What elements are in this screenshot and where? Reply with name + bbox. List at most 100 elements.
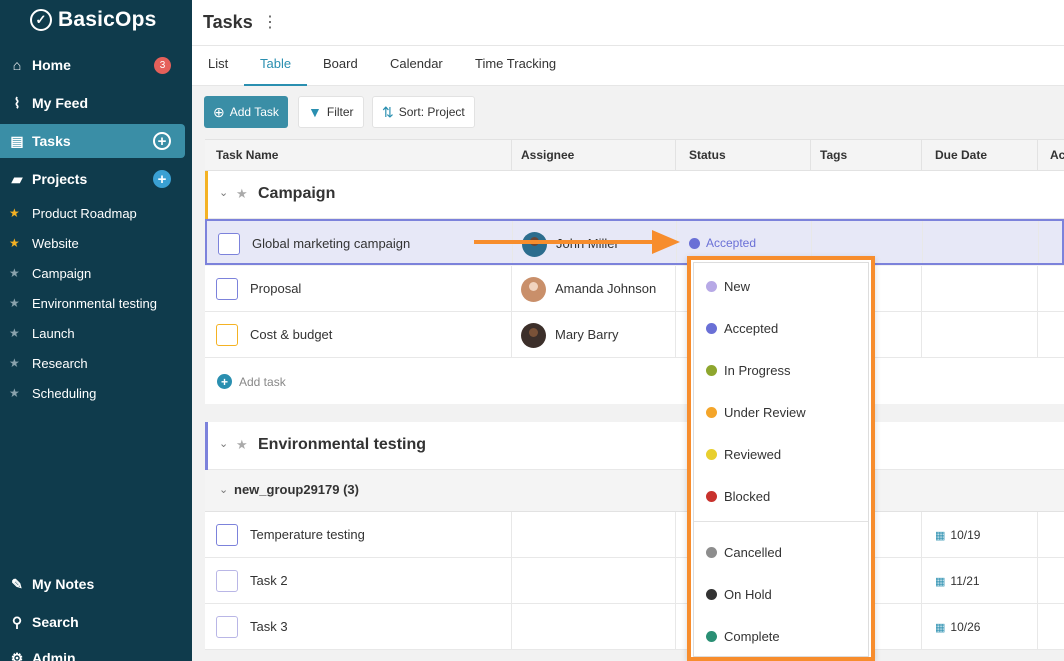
status-option-complete[interactable]: Complete — [706, 629, 780, 644]
tab-table[interactable]: Table — [244, 56, 308, 86]
task-name[interactable]: Cost & budget — [250, 327, 332, 342]
annotation-arrow-head — [652, 230, 680, 254]
sidebar-item-search[interactable]: ⚲ Search — [0, 605, 185, 639]
tab-board[interactable]: Board — [323, 56, 358, 86]
sidebar-item-projects[interactable]: ▰ Projects + — [0, 162, 185, 196]
tab-list[interactable]: List — [208, 56, 228, 86]
status-dot — [706, 281, 717, 292]
status-option-in-progress[interactable]: In Progress — [706, 363, 790, 378]
column-header[interactable]: Tags — [820, 148, 847, 162]
app-logo[interactable]: ✓ BasicOps — [30, 8, 156, 32]
cell-divider — [675, 512, 676, 557]
chevron-down-icon[interactable]: ⌄ — [219, 437, 228, 450]
filter-label: Filter — [326, 105, 354, 119]
cell-divider — [921, 266, 922, 311]
status-option-cancelled[interactable]: Cancelled — [706, 545, 782, 560]
column-header[interactable]: Task Name — [216, 148, 278, 162]
column-header[interactable]: Status — [689, 148, 726, 162]
status-dot — [706, 449, 717, 460]
filter-button[interactable]: ▼ Filter — [298, 96, 364, 128]
column-divider[interactable] — [921, 140, 922, 172]
due-date[interactable]: ▦ 11/21 — [935, 574, 980, 588]
column-divider[interactable] — [1037, 140, 1038, 172]
column-header[interactable]: Ac — [1050, 148, 1064, 162]
tab-time-tracking[interactable]: Time Tracking — [475, 56, 556, 86]
project-label: Scheduling — [32, 385, 97, 401]
cell-divider — [511, 312, 512, 357]
cell-divider — [511, 266, 512, 311]
sidebar-project-item[interactable]: ★ Product Roadmap — [0, 201, 185, 225]
sidebar-project-item[interactable]: ★ Research — [0, 351, 185, 375]
task-name[interactable]: Global marketing campaign — [252, 236, 410, 251]
star-icon[interactable]: ★ — [236, 437, 248, 453]
tab-calendar[interactable]: Calendar — [390, 56, 443, 86]
status-badge[interactable]: Accepted — [689, 236, 756, 250]
add-task-link[interactable]: + Add task — [217, 374, 286, 389]
sidebar-project-item[interactable]: ★ Launch — [0, 321, 185, 345]
status-option-accepted[interactable]: Accepted — [706, 321, 778, 336]
column-divider[interactable] — [810, 140, 811, 172]
project-label: Campaign — [32, 265, 92, 281]
kebab-menu-icon[interactable]: ⋮ — [262, 12, 278, 32]
sidebar-project-item[interactable]: ★ Campaign — [0, 261, 185, 285]
folder-icon: ▰ — [11, 170, 23, 187]
sidebar-item-feed[interactable]: ⌇ My Feed — [0, 86, 185, 120]
column-divider[interactable] — [511, 140, 512, 172]
table-row[interactable]: Cost & budget Mary Barry — [205, 312, 1064, 358]
task-checkbox[interactable] — [216, 570, 238, 592]
project-label: Product Roadmap — [32, 205, 137, 221]
cell-divider — [511, 604, 512, 649]
status-option-reviewed[interactable]: Reviewed — [706, 447, 781, 462]
task-checkbox[interactable] — [216, 616, 238, 638]
column-header[interactable]: Assignee — [521, 148, 574, 162]
sidebar-project-item[interactable]: ★ Environmental testing — [0, 291, 185, 315]
add-task-icon[interactable]: + — [153, 132, 171, 150]
status-option-blocked[interactable]: Blocked — [706, 489, 770, 504]
star-icon: ★ — [9, 386, 20, 400]
task-name[interactable]: Temperature testing — [250, 527, 365, 542]
assignee-name[interactable]: Amanda Johnson — [555, 281, 656, 296]
sidebar-item-home[interactable]: ⌂ Home 3 — [0, 48, 185, 82]
star-icon[interactable]: ★ — [236, 186, 248, 202]
status-option-on-hold[interactable]: On Hold — [706, 587, 772, 602]
task-checkbox[interactable] — [216, 324, 238, 346]
sort-button[interactable]: ⇅ Sort: Project — [372, 96, 475, 128]
project-label: Launch — [32, 325, 75, 341]
task-checkbox[interactable] — [216, 524, 238, 546]
assignee-name[interactable]: Mary Barry — [555, 327, 619, 342]
status-option-new[interactable]: New — [706, 279, 750, 294]
status-dot — [706, 407, 717, 418]
add-project-icon[interactable]: + — [153, 170, 171, 188]
subgroup-header[interactable]: ⌄ new_group29179 (3) — [205, 470, 1064, 512]
add-task-button[interactable]: ⊕ Add Task — [204, 96, 288, 128]
chevron-down-icon[interactable]: ⌄ — [219, 483, 228, 496]
due-date[interactable]: ▦ 10/26 — [935, 620, 980, 634]
column-header[interactable]: Due Date — [935, 148, 987, 162]
task-name[interactable]: Task 3 — [250, 619, 288, 634]
sidebar-item-tasks[interactable]: ▤ Tasks + — [0, 124, 185, 158]
status-dropdown-menu: New Accepted In Progress Under Review Re… — [693, 262, 869, 657]
task-checkbox[interactable] — [216, 278, 238, 300]
sidebar-item-admin[interactable]: ⚙ Admin — [0, 641, 185, 661]
group-header[interactable]: ⌄ ★ Campaign — [205, 171, 1064, 219]
table-row[interactable]: Task 2 ▦ 11/21 — [205, 558, 1064, 604]
cell-divider — [1037, 604, 1038, 649]
task-checkbox[interactable] — [218, 233, 240, 255]
task-name[interactable]: Task 2 — [250, 573, 288, 588]
chevron-down-icon[interactable]: ⌄ — [219, 186, 228, 199]
table-row[interactable]: Task 3 ▦ 10/26 — [205, 604, 1064, 650]
group-header[interactable]: ⌄ ★ Environmental testing — [205, 422, 1064, 470]
group-color-bar — [205, 171, 208, 219]
table-row[interactable]: Proposal Amanda Johnson — [205, 266, 1064, 312]
due-date[interactable]: ▦ 10/19 — [935, 528, 980, 542]
sidebar-project-item[interactable]: ★ Scheduling — [0, 381, 185, 405]
task-name[interactable]: Proposal — [250, 281, 301, 296]
sidebar-item-notes[interactable]: ✎ My Notes — [0, 567, 185, 601]
sidebar-project-item[interactable]: ★ Website — [0, 231, 185, 255]
plus-circle-icon: ⊕ — [213, 103, 225, 120]
project-label: Website — [32, 235, 79, 251]
status-option-label: Reviewed — [724, 447, 782, 462]
status-option-under-review[interactable]: Under Review — [706, 405, 806, 420]
table-row[interactable]: Temperature testing ▦ 10/19 — [205, 512, 1064, 558]
column-divider[interactable] — [675, 140, 676, 172]
